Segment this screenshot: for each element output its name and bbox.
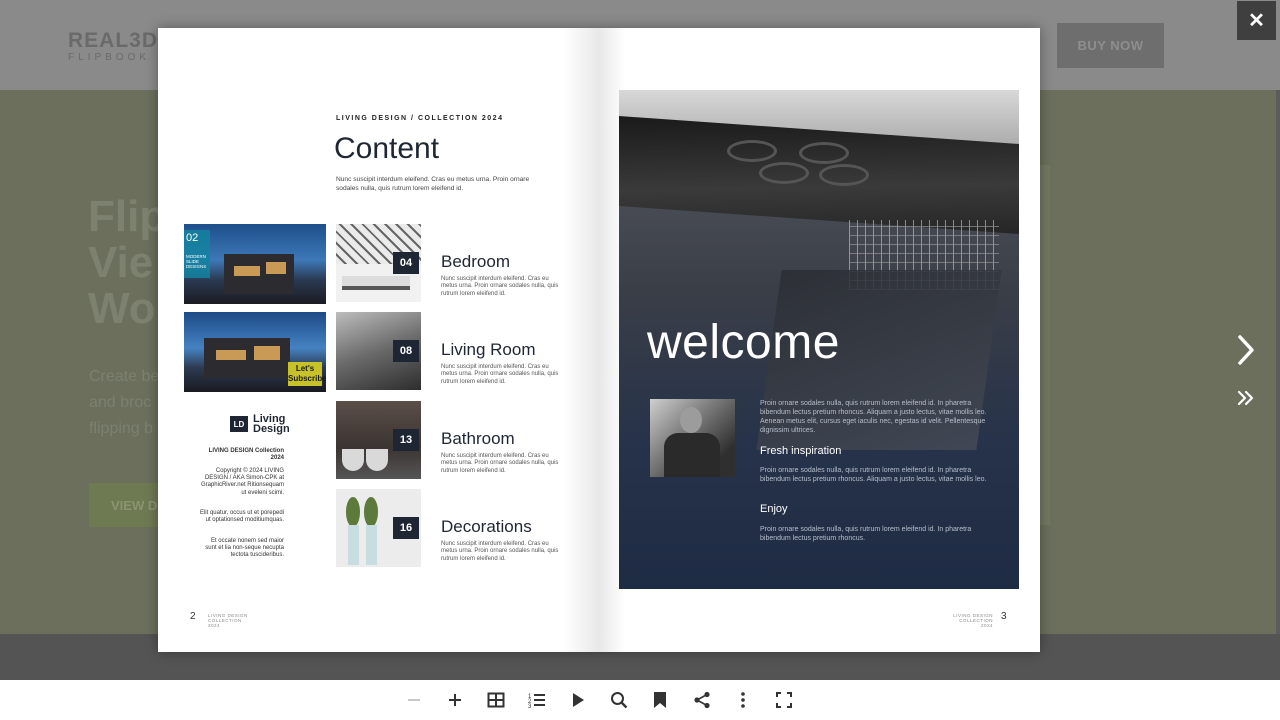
toc-image: 04	[336, 224, 421, 302]
toc-title: Bathroom	[441, 429, 515, 448]
running-footer-right: LIVING DESIGN COLLECTION 2024	[953, 613, 993, 628]
toc-image: 16	[336, 489, 421, 567]
zoom-in-button[interactable]	[442, 688, 468, 712]
toc-image: 13	[336, 401, 421, 479]
logo-subtext: FLIPBOOK	[68, 51, 151, 63]
page-intro: Nunc suscipit interdum eleifend. Cras eu…	[336, 176, 530, 192]
toc-item-bathroom[interactable]: 13 Bathroom Nunc suscipit interdum eleif…	[336, 401, 576, 479]
section-heading: Fresh inspiration	[760, 445, 842, 457]
toc-title: Bedroom	[441, 252, 510, 271]
buy-now-button[interactable]: BUY NOW	[1057, 23, 1164, 68]
toc-title: Decorations	[441, 517, 532, 536]
page-title: Content	[334, 132, 440, 165]
svg-text:3: 3	[528, 704, 532, 708]
toc-item-living-room[interactable]: 08 Living Room Nunc suscipit interdum el…	[336, 312, 576, 390]
toc-page-number: 16	[393, 517, 419, 539]
zoom-out-button[interactable]	[401, 688, 427, 712]
body-text: Proin ornare sodales nulla, quis rutrum …	[760, 400, 987, 434]
share-button[interactable]	[689, 688, 715, 712]
toc-title: Living Room	[441, 340, 536, 359]
subscribe-badge: Let's Subscribe	[288, 362, 326, 386]
running-footer-left: LIVING DESIGN COLLECTION 2024	[208, 613, 248, 628]
portrait-photo	[650, 399, 735, 477]
flipbook[interactable]: LIVING DESIGN / COLLECTION 2024 Content …	[158, 28, 1040, 652]
share-icon	[694, 691, 710, 709]
thumbnails-button[interactable]	[483, 688, 509, 712]
logo-text: REAL3D	[68, 28, 159, 52]
site-logo[interactable]: REAL3D FLIPBOOK	[12, 28, 220, 91]
toc-item-decorations[interactable]: 16 Decorations Nunc suscipit interdum el…	[336, 489, 576, 567]
toc-description: Nunc suscipit interdum eleifend. Cras eu…	[441, 364, 559, 385]
zoom-out-icon	[408, 699, 420, 701]
flipbook-toolbar: 123	[0, 680, 1280, 720]
chevron-right-icon	[1238, 335, 1254, 365]
toc-item-bedroom[interactable]: 04 Bedroom Nunc suscipit interdum eleife…	[336, 224, 576, 302]
hero-text: Create be and broc flipping b	[89, 368, 160, 437]
thumbnail-label: 02 MODERN SLIDE DESIGNS	[184, 230, 210, 278]
toc-page-number: 04	[393, 252, 419, 274]
autoplay-button[interactable]	[565, 688, 591, 712]
body-text: Proin ornare sodales nulla, quis rutrum …	[760, 467, 987, 483]
body-text: Proin ornare sodales nulla, quis rutrum …	[760, 526, 972, 542]
toc-page-number: 13	[393, 429, 419, 451]
thumbnail-house-1[interactable]: 02 MODERN SLIDE DESIGNS	[184, 224, 326, 304]
search-icon	[611, 692, 628, 709]
kitchen-panel: welcome Proin ornare sodales nulla, quis…	[619, 90, 1019, 589]
toc-description: Nunc suscipit interdum eleifend. Cras eu…	[441, 453, 559, 474]
page-number-left: 2	[190, 611, 196, 622]
fullscreen-button[interactable]	[771, 688, 797, 712]
page-number-right: 3	[1001, 611, 1007, 622]
page-eyebrow: LIVING DESIGN / COLLECTION 2024	[336, 115, 504, 122]
toc-page-number: 08	[393, 340, 419, 362]
colophon-text: Elit quatur, occus ut et porepedi ut opt…	[199, 510, 284, 524]
welcome-heading: welcome	[647, 316, 840, 369]
search-button[interactable]	[606, 688, 632, 712]
double-chevron-right-icon	[1237, 390, 1254, 406]
page-left[interactable]: LIVING DESIGN / COLLECTION 2024 Content …	[158, 28, 599, 652]
close-button[interactable]: ✕	[1237, 1, 1276, 40]
thumbnail-house-2[interactable]: Let's Subscribe	[184, 312, 326, 392]
close-icon: ✕	[1248, 10, 1265, 32]
bookmark-button[interactable]	[647, 688, 673, 712]
thumbnails-icon	[487, 692, 505, 708]
page-right[interactable]: welcome Proin ornare sodales nulla, quis…	[599, 28, 1040, 652]
zoom-in-icon	[449, 694, 461, 706]
table-of-contents-button[interactable]: 123	[524, 688, 550, 712]
copyright-text: Copyright © 2024 LIVING DESIGN / AKA Sim…	[200, 468, 284, 496]
background-edge	[1040, 165, 1050, 525]
fullscreen-icon	[776, 692, 792, 708]
toc-description: Nunc suscipit interdum eleifend. Cras eu…	[441, 276, 559, 297]
hero-title: Flip Vie Wo	[88, 192, 167, 333]
collection-label: LIVING DESIGN Collection 2024	[208, 448, 284, 462]
more-icon	[741, 692, 745, 708]
toc-description: Nunc suscipit interdum eleifend. Cras eu…	[441, 541, 559, 562]
section-heading: Enjoy	[760, 503, 788, 515]
brand-logo: LD Living Design	[230, 414, 290, 435]
last-page-button[interactable]	[1232, 385, 1260, 411]
bookmark-icon	[654, 692, 666, 708]
colophon-text-2: Et occate nonem sed maior sunt et lia no…	[205, 538, 284, 559]
autoplay-icon	[573, 693, 584, 707]
toc-image: 08	[336, 312, 421, 390]
more-button[interactable]	[730, 688, 756, 712]
table-of-contents-icon: 123	[528, 694, 545, 708]
next-page-button[interactable]	[1230, 330, 1262, 370]
